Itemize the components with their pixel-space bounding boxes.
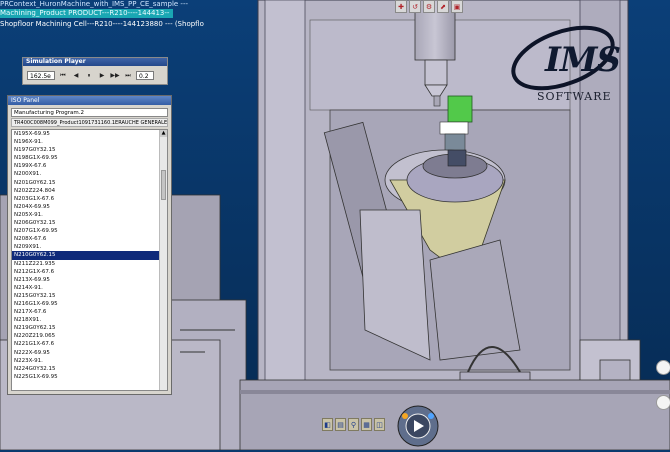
iso-code-list[interactable]: N195X-69.95 N196X-91. N197G0Y32.15 N198G1X-…: [11, 129, 168, 391]
iso-row[interactable]: N218X91.: [12, 316, 167, 324]
scroll-up-icon[interactable]: ▲: [160, 130, 167, 137]
iso-row[interactable]: N204X-69.95: [12, 203, 167, 211]
toolbar-button-1[interactable]: ✚: [395, 0, 407, 13]
iso-panel: ISO Panel Manufacturing Program.2 TR400C…: [7, 95, 172, 395]
ims-software-logo: IMS SOFTWARE: [505, 18, 621, 118]
side-button-2[interactable]: [656, 395, 670, 410]
iso-row[interactable]: N220Z219.065: [12, 332, 167, 340]
tree-root-node[interactable]: PRContext_HuronMachine_with_IMS_PP_CE_sa…: [0, 0, 188, 9]
side-icon-strip: [656, 360, 670, 430]
iso-row[interactable]: N214X-91.: [12, 284, 167, 292]
end-button[interactable]: ⏭: [123, 71, 133, 80]
spec-tree: PRContext_HuronMachine_with_IMS_PP_CE_sa…: [0, 0, 240, 32]
iso-rows: N195X-69.95 N196X-91. N197G0Y32.15 N198G1X-…: [12, 130, 167, 381]
pause-button[interactable]: ⏸: [84, 71, 94, 80]
iso-row[interactable]: N207G1X-69.95: [12, 227, 167, 235]
compass-icon[interactable]: [393, 398, 443, 448]
iso-row[interactable]: N215G0Y32.15: [12, 292, 167, 300]
iso-row[interactable]: N202Z224.804: [12, 187, 167, 195]
play-button[interactable]: ▶: [97, 71, 107, 80]
simulation-position-field[interactable]: 162.5e: [27, 71, 55, 80]
iso-row[interactable]: N223X-91.: [12, 357, 167, 365]
toolbar-button-3[interactable]: ⚙: [423, 0, 435, 13]
iso-row[interactable]: N224G0Y32.15: [12, 365, 167, 373]
iso-scrollbar[interactable]: ▲: [159, 130, 167, 390]
simulation-player-title: Simulation Player: [23, 58, 167, 66]
toolbar-button-4[interactable]: ⬈: [437, 0, 449, 13]
iso-row[interactable]: N200X91.: [12, 170, 167, 178]
view-button-5[interactable]: ◫: [374, 418, 385, 431]
iso-row[interactable]: N212G1X-67.6: [12, 268, 167, 276]
program-select[interactable]: Manufacturing Program.2: [11, 108, 168, 117]
bottom-toolbar: ◧ ▤ ⚲ ▦ ◫: [322, 418, 394, 434]
simulation-player-panel: Simulation Player 162.5e ⏮ ◀ ⏸ ▶ ▶▶ ⏭ 0.…: [22, 57, 168, 85]
rewind-button[interactable]: ⏮: [58, 71, 68, 80]
compass-wheel-icon: [397, 405, 439, 447]
iso-row[interactable]: N219G0Y62.15: [12, 324, 167, 332]
iso-row[interactable]: N216G1X-69.95: [12, 300, 167, 308]
iso-panel-title: ISO Panel: [8, 96, 171, 105]
iso-row[interactable]: N197G0Y32.15: [12, 146, 167, 154]
iso-row[interactable]: N199X-67.6: [12, 162, 167, 170]
view-button-4[interactable]: ▦: [361, 418, 372, 431]
side-button-1[interactable]: [656, 360, 670, 375]
tree-cell-node[interactable]: Shopfloor Machining Cell---R210----14412…: [0, 20, 204, 29]
iso-row[interactable]: N201G0Y62.15: [12, 179, 167, 187]
toolbar-button-5[interactable]: ▣: [451, 0, 463, 13]
iso-row[interactable]: N203G1X-67.6: [12, 195, 167, 203]
iso-row[interactable]: N206G0Y32.15: [12, 219, 167, 227]
toolbar-button-2[interactable]: ↺: [409, 0, 421, 13]
iso-row[interactable]: N225G1X-69.95: [12, 373, 167, 381]
iso-row[interactable]: N196X-91.: [12, 138, 167, 146]
iso-row[interactable]: N221G1X-67.6: [12, 340, 167, 348]
iso-row[interactable]: N217X-67.6: [12, 308, 167, 316]
iso-row[interactable]: N198G1X-69.95: [12, 154, 167, 162]
scroll-thumb[interactable]: [161, 170, 166, 200]
simulation-speed-field[interactable]: 0.2: [136, 71, 154, 80]
iso-row[interactable]: N222X-69.95: [12, 349, 167, 357]
iso-row[interactable]: N195X-69.95: [12, 130, 167, 138]
view-button-3[interactable]: ⚲: [348, 418, 359, 431]
tree-product-node[interactable]: Machining_Product PRODUCT---R210----1444…: [0, 9, 174, 18]
iso-row[interactable]: N209X91.: [12, 243, 167, 251]
simulation-controls: 162.5e ⏮ ◀ ⏸ ▶ ▶▶ ⏭ 0.2: [27, 70, 163, 81]
top-toolbar: ✚ ↺ ⚙ ⬈ ▣: [395, 0, 465, 15]
iso-row[interactable]: N205X-91.: [12, 211, 167, 219]
iso-row[interactable]: N211Z221.935: [12, 260, 167, 268]
iso-row[interactable]: N208X-67.6: [12, 235, 167, 243]
view-button-1[interactable]: ◧: [322, 418, 333, 431]
program-path: TR400C008M099_Product1091731160.1ERAUCHE…: [11, 118, 168, 127]
logo-ims-text: IMS: [545, 40, 621, 80]
view-button-2[interactable]: ▤: [335, 418, 346, 431]
step-back-button[interactable]: ◀: [71, 71, 81, 80]
iso-row[interactable]: N210G0Y62.15: [12, 251, 167, 260]
logo-software-text: SOFTWARE: [537, 90, 612, 103]
iso-row[interactable]: N213X-69.95: [12, 276, 167, 284]
fast-forward-button[interactable]: ▶▶: [110, 71, 120, 80]
